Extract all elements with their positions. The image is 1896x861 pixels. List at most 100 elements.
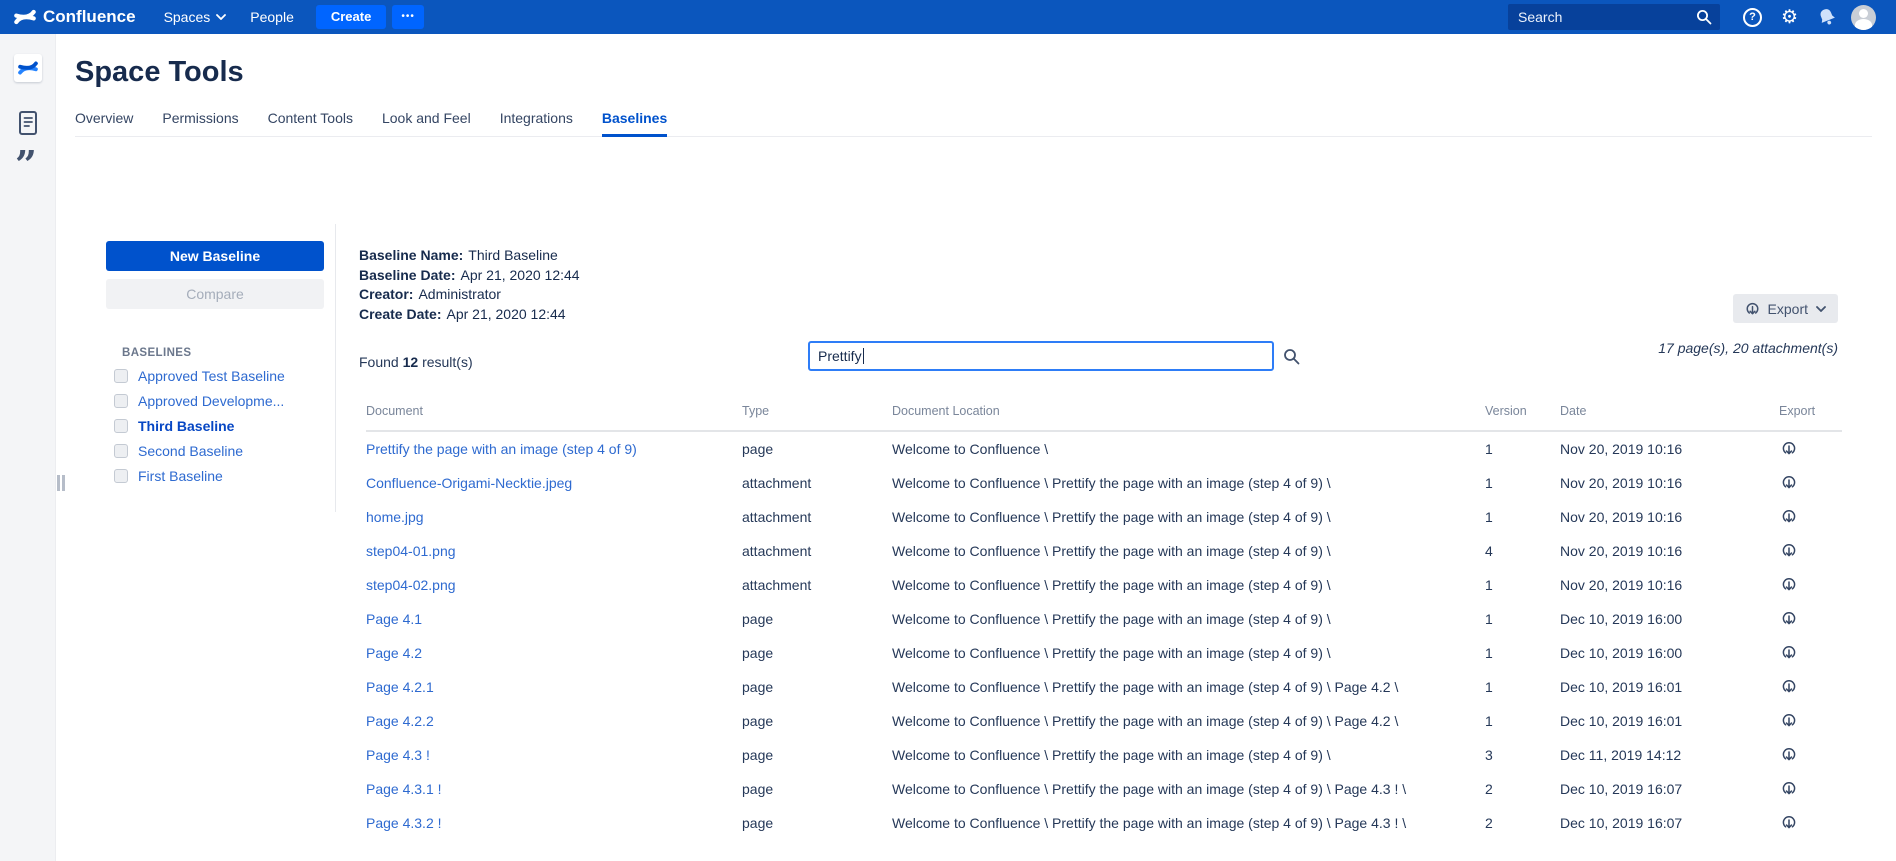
avatar <box>1851 5 1876 30</box>
document-location: Welcome to Confluence \ Prettify the pag… <box>892 636 1485 670</box>
document-link[interactable]: step04-02.png <box>366 577 456 593</box>
sidebar-resize-handle[interactable] <box>57 475 65 491</box>
nav-right-cluster: ? ⚙ <box>1508 0 1882 34</box>
help-button[interactable]: ? <box>1734 0 1771 34</box>
export-row-icon[interactable] <box>1781 610 1797 626</box>
document-link[interactable]: step04-01.png <box>366 543 456 559</box>
tab[interactable]: Integrations <box>500 110 573 136</box>
page-title: Space Tools <box>75 56 244 89</box>
confluence-mark-icon <box>14 6 36 28</box>
space-tools-tabs: Overview Permissions Content Tools Look … <box>75 110 1872 137</box>
column-header[interactable]: Version <box>1485 404 1560 431</box>
document-version: 1 <box>1485 466 1560 500</box>
export-row-icon[interactable] <box>1781 814 1797 830</box>
export-row-icon[interactable] <box>1781 712 1797 728</box>
text-caret <box>863 348 864 364</box>
nav-item-spaces[interactable]: Spaces <box>152 0 239 34</box>
document-location: Welcome to Confluence \ Prettify the pag… <box>892 772 1485 806</box>
document-type: page <box>742 704 892 738</box>
document-type: page <box>742 670 892 704</box>
export-row-icon[interactable] <box>1781 644 1797 660</box>
tab[interactable]: Overview <box>75 110 133 136</box>
confluence-logo[interactable]: Confluence <box>14 6 136 28</box>
document-version: 2 <box>1485 772 1560 806</box>
filter-search-icon[interactable] <box>1283 348 1300 365</box>
export-row-icon[interactable] <box>1781 474 1797 490</box>
export-button[interactable]: Export <box>1733 294 1838 323</box>
document-link[interactable]: Prettify the page with an image (step 4 … <box>366 441 637 457</box>
tab[interactable]: Look and Feel <box>382 110 471 136</box>
user-menu-button[interactable] <box>1845 0 1882 34</box>
column-header[interactable]: Document <box>366 404 742 431</box>
found-suffix: result(s) <box>422 354 473 370</box>
column-header[interactable]: Export <box>1779 404 1842 431</box>
tab[interactable]: Permissions <box>162 110 238 136</box>
baseline-link[interactable]: Approved Developme... <box>138 393 284 409</box>
baseline-checkbox[interactable] <box>114 394 128 408</box>
detail-line: Baseline Date:Apr 21, 2020 12:44 <box>359 266 580 286</box>
baseline-list-item: Second Baseline <box>114 442 335 459</box>
export-row-icon[interactable] <box>1781 678 1797 694</box>
document-link[interactable]: Page 4.2.2 <box>366 713 434 729</box>
baseline-checkbox[interactable] <box>114 469 128 483</box>
baseline-results-table: Document Type Document Location Version … <box>366 404 1842 840</box>
document-link[interactable]: Page 4.3.1 ! <box>366 781 442 797</box>
filter-input[interactable]: Prettify <box>808 341 1274 371</box>
export-row-icon[interactable] <box>1781 780 1797 796</box>
document-link[interactable]: Confluence-Origami-Necktie.jpeg <box>366 475 572 491</box>
compare-button[interactable]: Compare <box>106 279 324 309</box>
create-button[interactable]: Create <box>316 5 386 29</box>
baseline-link[interactable]: Second Baseline <box>138 443 243 459</box>
baseline-list-item: Third Baseline <box>114 417 335 434</box>
export-row-icon[interactable] <box>1781 440 1797 456</box>
document-date: Dec 10, 2019 16:07 <box>1560 806 1779 840</box>
global-search-input[interactable] <box>1508 4 1720 30</box>
pages-icon[interactable] <box>17 110 39 136</box>
document-link[interactable]: Page 4.1 <box>366 611 422 627</box>
document-link[interactable]: Page 4.2 <box>366 645 422 661</box>
export-row-icon[interactable] <box>1781 542 1797 558</box>
found-prefix: Found <box>359 354 399 370</box>
baseline-link[interactable]: First Baseline <box>138 468 223 484</box>
document-version: 1 <box>1485 670 1560 704</box>
detail-value: Apr 21, 2020 12:44 <box>446 306 565 322</box>
document-version: 1 <box>1485 602 1560 636</box>
more-actions-button[interactable]: ••• <box>392 5 424 29</box>
document-type: attachment <box>742 568 892 602</box>
detail-value: Administrator <box>418 286 500 302</box>
export-row-icon[interactable] <box>1781 746 1797 762</box>
tab[interactable]: Baselines <box>602 110 667 136</box>
document-version: 1 <box>1485 431 1560 466</box>
document-version: 1 <box>1485 568 1560 602</box>
baseline-checkbox[interactable] <box>114 369 128 383</box>
tab[interactable]: Content Tools <box>268 110 353 136</box>
search-icon[interactable] <box>1696 9 1712 25</box>
export-cloud-icon <box>1745 301 1760 316</box>
document-date: Dec 10, 2019 16:00 <box>1560 636 1779 670</box>
new-baseline-button[interactable]: New Baseline <box>106 241 324 271</box>
settings-button[interactable]: ⚙ <box>1771 0 1808 34</box>
baseline-checkbox[interactable] <box>114 444 128 458</box>
export-row-icon[interactable] <box>1781 508 1797 524</box>
document-version: 3 <box>1485 738 1560 772</box>
baseline-list-item: Approved Developme... <box>114 392 335 409</box>
baseline-checkbox[interactable] <box>114 419 128 433</box>
export-button-label: Export <box>1768 301 1808 317</box>
space-logo-icon <box>18 58 38 78</box>
document-link[interactable]: home.jpg <box>366 509 424 525</box>
nav-item-people[interactable]: People <box>238 0 306 34</box>
space-logo[interactable] <box>14 54 42 82</box>
document-link[interactable]: Page 4.2.1 <box>366 679 434 695</box>
baseline-link[interactable]: Third Baseline <box>138 418 234 434</box>
column-header[interactable]: Date <box>1560 404 1779 431</box>
notifications-button[interactable] <box>1808 0 1845 34</box>
baseline-link[interactable]: Approved Test Baseline <box>138 368 285 384</box>
quotes-icon[interactable]: ” <box>15 146 37 184</box>
export-row-icon[interactable] <box>1781 576 1797 592</box>
document-link[interactable]: Page 4.3.2 ! <box>366 815 442 831</box>
column-header[interactable]: Document Location <box>892 404 1485 431</box>
document-link[interactable]: Page 4.3 ! <box>366 747 430 763</box>
detail-label: Create Date: <box>359 306 441 322</box>
baseline-list: Approved Test Baseline Approved Developm… <box>106 367 335 484</box>
column-header[interactable]: Type <box>742 404 892 431</box>
